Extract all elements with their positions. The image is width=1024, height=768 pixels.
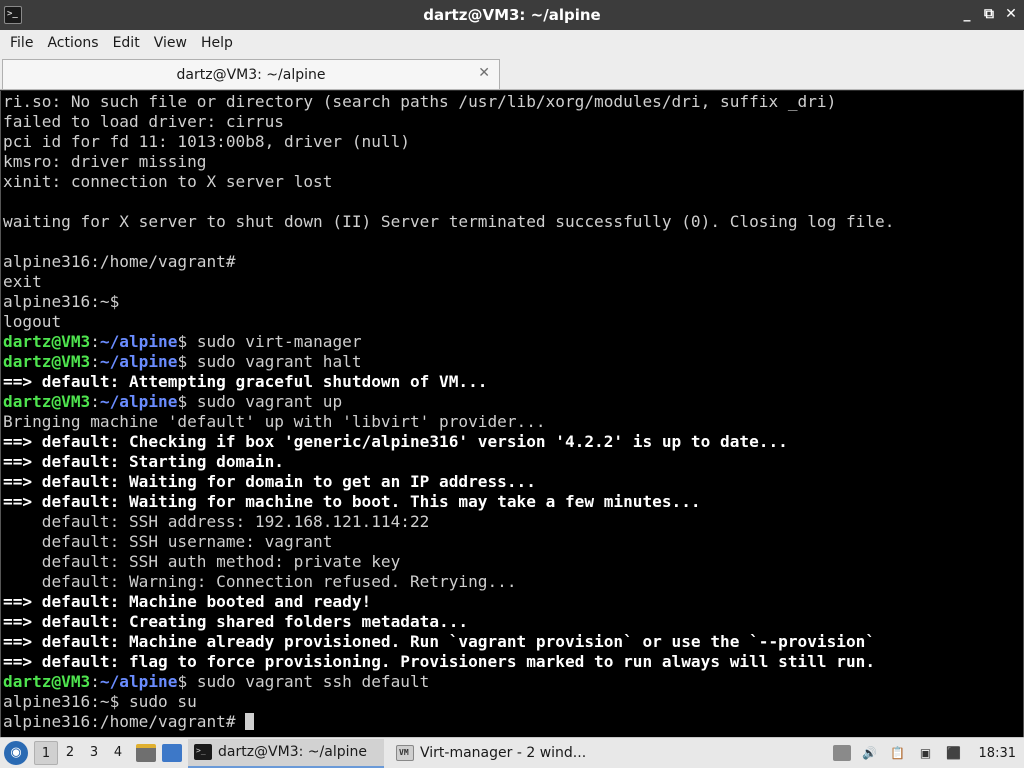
terminal-line: ==> default: Machine already provisioned… bbox=[3, 632, 876, 651]
task-label: Virt-manager - 2 wind... bbox=[420, 745, 587, 761]
update-icon[interactable]: ⬛ bbox=[945, 745, 963, 761]
window-titlebar[interactable]: >_ dartz@VM3: ~/alpine _ ⧉ ✕ bbox=[0, 0, 1024, 30]
terminal-line: ==> default: Checking if box 'generic/al… bbox=[3, 432, 788, 451]
taskbar: ◉ 1 2 3 4 >_ dartz@VM3: ~/alpine VM Virt… bbox=[0, 737, 1024, 768]
terminal-line: alpine316:~$ bbox=[3, 292, 120, 311]
virt-manager-icon: VM bbox=[396, 745, 414, 761]
terminal-line: alpine316:~$ sudo su bbox=[3, 692, 197, 711]
prompt-colon: : bbox=[90, 672, 100, 691]
prompt-text: alpine316:/home/vagrant# bbox=[3, 712, 246, 731]
system-tray: 🔊 📋 ▣ ⬛ 18:31 bbox=[832, 745, 1024, 761]
maximize-icon[interactable]: ⧉ bbox=[982, 5, 996, 23]
terminal-line: alpine316:/home/vagrant# bbox=[3, 252, 236, 271]
menu-edit[interactable]: Edit bbox=[106, 30, 147, 57]
terminal-line: dartz@VM3:~/alpine$ sudo virt-manager bbox=[3, 332, 1023, 352]
terminal-line: waiting for X server to shut down (II) S… bbox=[3, 212, 895, 231]
volume-icon[interactable]: 🔊 bbox=[861, 745, 879, 761]
prompt-path: ~/alpine bbox=[99, 332, 178, 351]
show-desktop-icon[interactable] bbox=[162, 744, 182, 762]
tab-terminal[interactable]: dartz@VM3: ~/alpine ✕ bbox=[2, 59, 500, 89]
prompt-user: dartz@VM3 bbox=[3, 352, 91, 371]
terminal-line: ==> default: Machine booted and ready! bbox=[3, 592, 372, 611]
network-icon[interactable]: ▣ bbox=[917, 745, 935, 761]
command-text: $ sudo vagrant halt bbox=[177, 352, 362, 371]
window-title: dartz@VM3: ~/alpine bbox=[423, 6, 601, 24]
terminal-line: default: Warning: Connection refused. Re… bbox=[3, 572, 517, 591]
task-virt-manager[interactable]: VM Virt-manager - 2 wind... bbox=[390, 739, 600, 768]
close-icon[interactable]: ✕ bbox=[1004, 5, 1018, 23]
terminal-line: pci id for fd 11: 1013:00b8, driver (nul… bbox=[3, 132, 410, 151]
menu-help[interactable]: Help bbox=[194, 30, 240, 57]
clock: 18:31 bbox=[978, 745, 1016, 761]
terminal-output[interactable]: ri.so: No such file or directory (search… bbox=[0, 91, 1024, 737]
terminal-line: ==> default: Starting domain. bbox=[3, 452, 284, 471]
command-text: $ sudo vagrant ssh default bbox=[177, 672, 430, 691]
prompt-colon: : bbox=[90, 392, 100, 411]
command-text: $ sudo vagrant up bbox=[177, 392, 343, 411]
tab-label: dartz@VM3: ~/alpine bbox=[176, 66, 326, 83]
task-label: dartz@VM3: ~/alpine bbox=[218, 744, 367, 760]
menu-file[interactable]: File bbox=[3, 30, 40, 57]
prompt-user: dartz@VM3 bbox=[3, 332, 91, 351]
prompt-user: dartz@VM3 bbox=[3, 672, 91, 691]
start-menu-icon[interactable]: ◉ bbox=[4, 741, 28, 765]
terminal-line: ==> default: Creating shared folders met… bbox=[3, 612, 469, 631]
tab-bar: dartz@VM3: ~/alpine ✕ bbox=[0, 57, 1024, 90]
menu-actions[interactable]: Actions bbox=[40, 30, 105, 57]
screenshot-icon[interactable] bbox=[832, 745, 851, 761]
terminal-app-icon[interactable]: >_ bbox=[4, 6, 22, 24]
text-cursor bbox=[245, 713, 255, 730]
terminal-line: xinit: connection to X server lost bbox=[3, 172, 333, 191]
terminal-line: dartz@VM3:~/alpine$ sudo vagrant ssh def… bbox=[3, 672, 1023, 692]
terminal-line: failed to load driver: cirrus bbox=[3, 112, 284, 131]
workspace-2[interactable]: 2 bbox=[58, 741, 82, 765]
workspace-1[interactable]: 1 bbox=[34, 741, 58, 765]
prompt-user: dartz@VM3 bbox=[3, 392, 91, 411]
prompt-path: ~/alpine bbox=[99, 392, 178, 411]
terminal-line: dartz@VM3:~/alpine$ sudo vagrant up bbox=[3, 392, 1023, 412]
task-terminal[interactable]: >_ dartz@VM3: ~/alpine bbox=[188, 738, 384, 768]
workspace-4[interactable]: 4 bbox=[106, 741, 130, 765]
clipboard-icon[interactable]: 📋 bbox=[889, 745, 907, 761]
terminal-line: alpine316:/home/vagrant# bbox=[3, 712, 1023, 732]
terminal-line: default: SSH username: vagrant bbox=[3, 532, 333, 551]
terminal-line: Bringing machine 'default' up with 'libv… bbox=[3, 412, 546, 431]
prompt-path: ~/alpine bbox=[99, 672, 178, 691]
terminal-line: default: SSH auth method: private key bbox=[3, 552, 401, 571]
prompt-path: ~/alpine bbox=[99, 352, 178, 371]
terminal-line: ==> default: Attempting graceful shutdow… bbox=[3, 372, 488, 391]
workspace-3[interactable]: 3 bbox=[82, 741, 106, 765]
menu-bar: File Actions Edit View Help bbox=[0, 30, 1024, 57]
minimize-icon[interactable]: _ bbox=[960, 5, 974, 23]
terminal-line: kmsro: driver missing bbox=[3, 152, 207, 171]
command-text: $ sudo virt-manager bbox=[177, 332, 362, 351]
terminal-line: ==> default: Waiting for domain to get a… bbox=[3, 472, 536, 491]
terminal-line: ri.so: No such file or directory (search… bbox=[3, 92, 837, 111]
terminal-line: default: SSH address: 192.168.121.114:22 bbox=[3, 512, 430, 531]
terminal-line: exit bbox=[3, 272, 42, 291]
menu-view[interactable]: View bbox=[147, 30, 194, 57]
terminal-line: ==> default: flag to force provisioning.… bbox=[3, 652, 876, 671]
tab-close-icon[interactable]: ✕ bbox=[478, 65, 490, 81]
window-controls: _ ⧉ ✕ bbox=[960, 5, 1018, 23]
terminal-icon: >_ bbox=[194, 744, 212, 760]
terminal-line: logout bbox=[3, 312, 62, 331]
terminal-line: dartz@VM3:~/alpine$ sudo vagrant halt bbox=[3, 352, 1023, 372]
terminal-line: ==> default: Waiting for machine to boot… bbox=[3, 492, 701, 511]
prompt-colon: : bbox=[90, 352, 100, 371]
file-manager-icon[interactable] bbox=[136, 744, 156, 762]
prompt-colon: : bbox=[90, 332, 100, 351]
